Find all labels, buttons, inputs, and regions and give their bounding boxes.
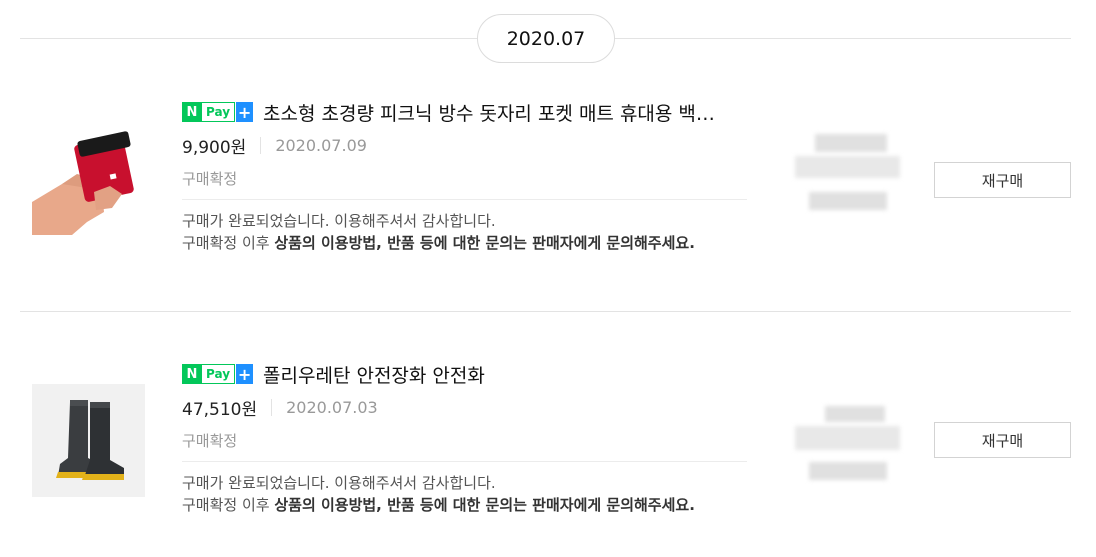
npay-pay-label: Pay	[202, 364, 236, 384]
seller-info-blurred	[795, 134, 900, 224]
price: 47,510원	[182, 399, 258, 420]
order-item: N Pay + 폴리우레탄 안전장화 안전화 47,510원 2020.07.0…	[20, 311, 1071, 557]
order-status: 구매확정	[182, 432, 238, 450]
plus-icon: +	[236, 364, 254, 384]
order-date: 2020.07.09	[275, 135, 367, 155]
product-thumbnail[interactable]	[32, 122, 145, 235]
seller-info-blurred	[795, 406, 900, 496]
order-message: 구매가 완료되었습니다. 이용해주셔서 감사합니다. 구매확정 이후 상품의 이…	[182, 472, 747, 516]
npay-plus-badge: N Pay +	[182, 364, 254, 384]
order-status: 구매확정	[182, 170, 238, 188]
order-date: 2020.07.03	[286, 397, 378, 417]
order-info: N Pay + 폴리우레탄 안전장화 안전화 47,510원 2020.07.0…	[182, 360, 747, 516]
npay-n-icon: N	[182, 364, 202, 384]
order-item: N Pay + 초소형 초경량 피크닉 방수 돗자리 포켓 매트 휴대용 백… …	[20, 86, 1071, 312]
price: 9,900원	[182, 137, 247, 158]
separator	[271, 398, 273, 416]
npay-n-icon: N	[182, 102, 202, 122]
title-row: N Pay + 폴리우레탄 안전장화 안전화	[182, 360, 747, 388]
order-info: N Pay + 초소형 초경량 피크닉 방수 돗자리 포켓 매트 휴대용 백… …	[182, 98, 747, 254]
message-line-2-bold: 상품의 이용방법, 반품 등에 대한 문의는 판매자에게 문의해주세요.	[274, 496, 695, 514]
picnic-mat-image	[32, 122, 145, 235]
message-line-1: 구매가 완료되었습니다. 이용해주셔서 감사합니다.	[182, 474, 496, 492]
divider	[182, 461, 747, 462]
rebuy-button[interactable]: 재구매	[934, 162, 1071, 198]
rain-boots-image	[32, 384, 145, 497]
message-line-2: 구매확정 이후 상품의 이용방법, 반품 등에 대한 문의는 판매자에게 문의해…	[182, 232, 747, 254]
message-line-2-prefix: 구매확정 이후	[182, 496, 275, 514]
rebuy-button[interactable]: 재구매	[934, 422, 1071, 458]
order-message: 구매가 완료되었습니다. 이용해주셔서 감사합니다. 구매확정 이후 상품의 이…	[182, 210, 747, 254]
divider	[182, 199, 747, 200]
price-row: 9,900원 2020.07.09	[182, 128, 747, 162]
plus-icon: +	[236, 102, 254, 122]
price-row: 47,510원 2020.07.03	[182, 390, 747, 424]
message-line-2-prefix: 구매확정 이후	[182, 234, 275, 252]
product-thumbnail[interactable]	[32, 384, 145, 497]
message-line-2: 구매확정 이후 상품의 이용방법, 반품 등에 대한 문의는 판매자에게 문의해…	[182, 494, 747, 516]
npay-plus-badge: N Pay +	[182, 102, 254, 122]
month-label: 2020.07	[477, 14, 615, 63]
product-name-link[interactable]: 폴리우레탄 안전장화 안전화	[263, 361, 485, 388]
npay-pay-label: Pay	[202, 102, 236, 122]
title-row: N Pay + 초소형 초경량 피크닉 방수 돗자리 포켓 매트 휴대용 백…	[182, 98, 747, 126]
message-line-2-bold: 상품의 이용방법, 반품 등에 대한 문의는 판매자에게 문의해주세요.	[274, 234, 695, 252]
product-name-link[interactable]: 초소형 초경량 피크닉 방수 돗자리 포켓 매트 휴대용 백…	[263, 99, 715, 126]
separator	[260, 136, 262, 154]
message-line-1: 구매가 완료되었습니다. 이용해주셔서 감사합니다.	[182, 212, 496, 230]
month-divider: 2020.07	[20, 14, 1071, 64]
